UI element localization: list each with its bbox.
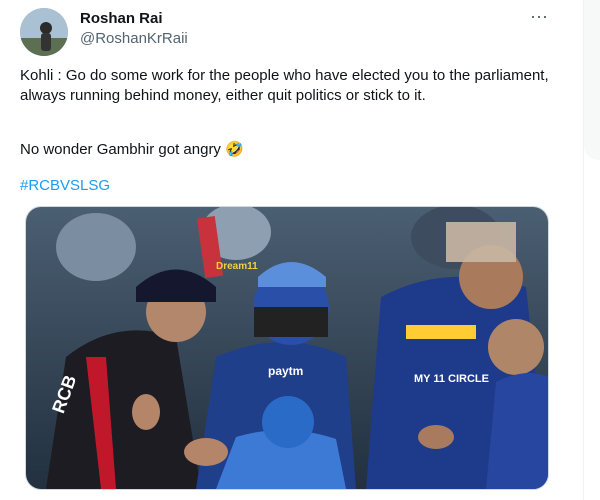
avatar[interactable]	[20, 8, 68, 56]
author-name[interactable]: Roshan Rai	[80, 9, 163, 29]
author-handle[interactable]: @RoshanKrRaii	[80, 29, 188, 49]
my11circle-text: MY 11 CIRCLE	[414, 373, 489, 385]
dream11-text: Dream11	[216, 261, 258, 272]
avatar-image	[20, 8, 68, 56]
tweet-text: Kohli : Go do some work for the people w…	[20, 67, 549, 104]
tweet-card: Roshan Rai @RoshanKrRaii ⋯ Kohli : Go do…	[0, 0, 584, 500]
more-options-icon[interactable]: ⋯	[526, 8, 552, 30]
cricket-photo: RCB paytm MY 11 CIRCLE Dream11	[26, 207, 548, 489]
paytm-text: paytm	[268, 364, 303, 378]
tweet-text-2: No wonder Gambhir got angry 🤣	[20, 141, 244, 158]
tweet-media-image[interactable]: RCB paytm MY 11 CIRCLE Dream11	[25, 206, 549, 490]
hashtag-link[interactable]: #RCBVSLSG	[20, 176, 110, 196]
side-panel-edge	[584, 0, 600, 160]
